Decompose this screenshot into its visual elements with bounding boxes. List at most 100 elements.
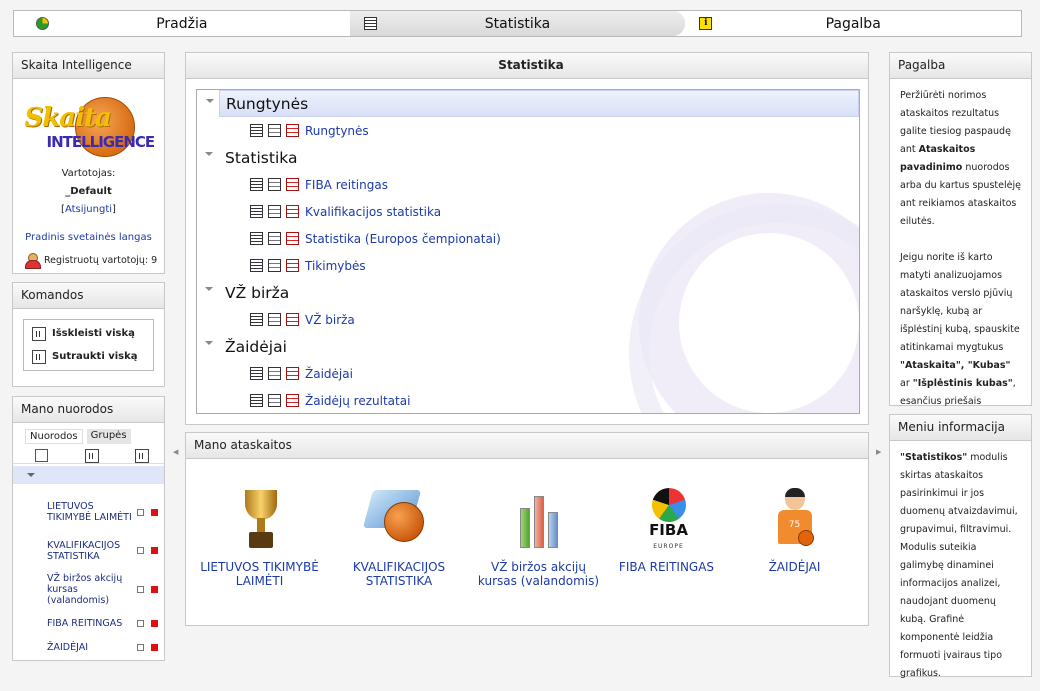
basketball-icon (362, 488, 434, 554)
tab-pradzia[interactable]: Pradžia (14, 11, 350, 36)
tree-group[interactable]: Rungtynės (206, 90, 859, 117)
links-group-row[interactable] (13, 466, 164, 484)
links-toolbar (13, 444, 164, 464)
extended-cube-icon[interactable] (286, 232, 299, 245)
report-tile-zaidejai[interactable]: 75 ŽAIDĖJAI (733, 468, 856, 616)
options-icon[interactable] (137, 547, 144, 554)
cube-icon[interactable] (268, 313, 281, 326)
tab-pagalba[interactable]: i Pagalba (685, 11, 1021, 36)
list-item: VŽ biržos akcijų kursas (valandomis) (13, 567, 164, 611)
collapse-left-icon[interactable]: ◀ (173, 448, 178, 456)
extended-cube-icon[interactable] (286, 313, 299, 326)
trophy-icon (225, 488, 295, 554)
report-icon[interactable] (250, 124, 263, 137)
link-item-label[interactable]: FIBA REITINGAS (47, 618, 137, 629)
cube-icon[interactable] (268, 367, 281, 380)
tree-report: Rungtynės (197, 117, 859, 144)
report-icon[interactable] (250, 367, 263, 380)
cube-icon[interactable] (268, 232, 281, 245)
link-item-label[interactable]: LIETUVOS TIKIMYBĖ LAIMĖTI (47, 501, 137, 523)
tab-statistika[interactable]: Statistika (349, 11, 686, 36)
options-icon[interactable] (137, 508, 144, 516)
extended-cube-icon[interactable] (286, 205, 299, 218)
report-link[interactable]: FIBA reitingas (305, 178, 388, 192)
tree-group[interactable]: Žaidėjai (197, 333, 859, 360)
user-label: Vartotojas: (61, 168, 116, 179)
remove-icon[interactable] (151, 643, 158, 651)
collapse-right-icon[interactable]: ▶ (876, 448, 881, 456)
home-page-link[interactable]: Pradinis svetainės langas (25, 232, 152, 243)
tree-report: Kvalifikacijos statistika (197, 198, 859, 225)
report-link[interactable]: VŽ birža (305, 313, 355, 327)
menu-info-panel: Meniu informacija "Statistikos" modulis … (889, 414, 1032, 679)
cube-icon[interactable] (268, 259, 281, 272)
remove-icon[interactable] (151, 585, 158, 593)
report-tile-tikimybe[interactable]: LIETUVOS TIKIMYBĖ LAIMĖTI (198, 468, 321, 616)
report-icon[interactable] (250, 394, 263, 407)
expand-all-button[interactable]: Išskleisti viską (26, 322, 151, 345)
tree-group[interactable]: Statistika (197, 144, 859, 171)
cube-icon[interactable] (268, 205, 281, 218)
expand-icon[interactable] (84, 448, 99, 463)
link-item-label[interactable]: KVALIFIKACIJOS STATISTIKA (47, 540, 137, 562)
tree-report: Tikimybės (197, 252, 859, 279)
options-icon[interactable] (137, 619, 144, 627)
tree-group[interactable]: VŽ birža (197, 279, 859, 306)
report-tile-kvalifikacija[interactable]: KVALIFIKACIJOS STATISTIKA (326, 468, 472, 616)
collapse-icon[interactable] (135, 448, 149, 463)
tree-report: VŽ birža (197, 306, 859, 333)
extended-cube-icon[interactable] (286, 259, 299, 272)
report-link[interactable]: Žaidėjai (305, 367, 353, 381)
options-icon[interactable] (137, 585, 144, 593)
tree-report: Žaidėjų rezultatai (197, 387, 859, 413)
tree-report: Žaidėjai (197, 360, 859, 387)
cube-icon[interactable] (268, 394, 281, 407)
options-icon[interactable] (137, 643, 144, 651)
panel-title: Komandos (13, 283, 164, 309)
fiba-logo-icon: FIBA EUROPE (632, 488, 702, 554)
report-icon[interactable] (250, 205, 263, 218)
remove-icon[interactable] (151, 508, 158, 516)
extended-cube-icon[interactable] (286, 367, 299, 380)
report-link[interactable]: Žaidėjų rezultatai (305, 394, 410, 408)
panel-title: Mano nuorodos (13, 397, 164, 423)
report-link[interactable]: Tikimybės (305, 259, 366, 273)
registered-users: Registruotų vartotojų: 9 (13, 253, 164, 269)
report-tree: Rungtynės Rungtynės Statistika FIBA reit… (196, 89, 860, 414)
extended-cube-icon[interactable] (286, 178, 299, 191)
report-tile-fiba[interactable]: FIBA EUROPE FIBA REITINGAS (605, 468, 728, 616)
commands-panel: Komandos Išskleisti viską Sutraukti visk… (12, 282, 165, 387)
report-link[interactable]: Rungtynės (305, 124, 369, 138)
menu-info-text: "Statistikos" modulis skirtas ataskaitos… (900, 452, 1018, 679)
extended-cube-icon[interactable] (286, 394, 299, 407)
select-all-checkbox[interactable] (35, 449, 48, 462)
tab-nuorodos[interactable]: Nuorodos (25, 429, 83, 444)
report-link[interactable]: Statistika (Europos čempionatai) (305, 232, 501, 246)
cube-icon[interactable] (268, 178, 281, 191)
link-item-label[interactable]: VŽ biržos akcijų kursas (valandomis) (47, 573, 137, 606)
bar-chart-icon (504, 488, 574, 554)
tab-grupes[interactable]: Grupės (86, 429, 131, 444)
my-links-panel: Mano nuorodos Nuorodos Grupės LIETUVOS T… (12, 396, 165, 661)
remove-icon[interactable] (151, 619, 158, 627)
logout-link[interactable]: Atsijungti (65, 204, 112, 215)
link-item-label[interactable]: ŽAIDĖJAI (47, 642, 137, 653)
collapse-all-button[interactable]: Sutraukti viską (26, 345, 151, 368)
panel-title: Pagalba (890, 53, 1031, 79)
commands-box: Išskleisti viską Sutraukti viską (23, 319, 154, 371)
help-text: Peržiūrėti norimos ataskaitos rezultatus… (900, 90, 1021, 425)
extended-cube-icon[interactable] (286, 124, 299, 137)
remove-icon[interactable] (151, 547, 158, 554)
list-item: LIETUVOS TIKIMYBĖ LAIMĖTI (13, 490, 164, 534)
expand-icon (32, 326, 46, 341)
report-icon[interactable] (250, 232, 263, 245)
cube-icon[interactable] (268, 124, 281, 137)
report-icon[interactable] (250, 259, 263, 272)
report-link[interactable]: Kvalifikacijos statistika (305, 205, 441, 219)
report-tile-vz-birza[interactable]: VŽ biržos akcijų kursas (valandomis) (477, 468, 600, 616)
report-icon[interactable] (250, 178, 263, 191)
report-icon[interactable] (250, 313, 263, 326)
tree-report: Statistika (Europos čempionatai) (197, 225, 859, 252)
list-item: KVALIFIKACIJOS STATISTIKA (13, 534, 164, 567)
tab-label: Statistika (484, 15, 551, 32)
